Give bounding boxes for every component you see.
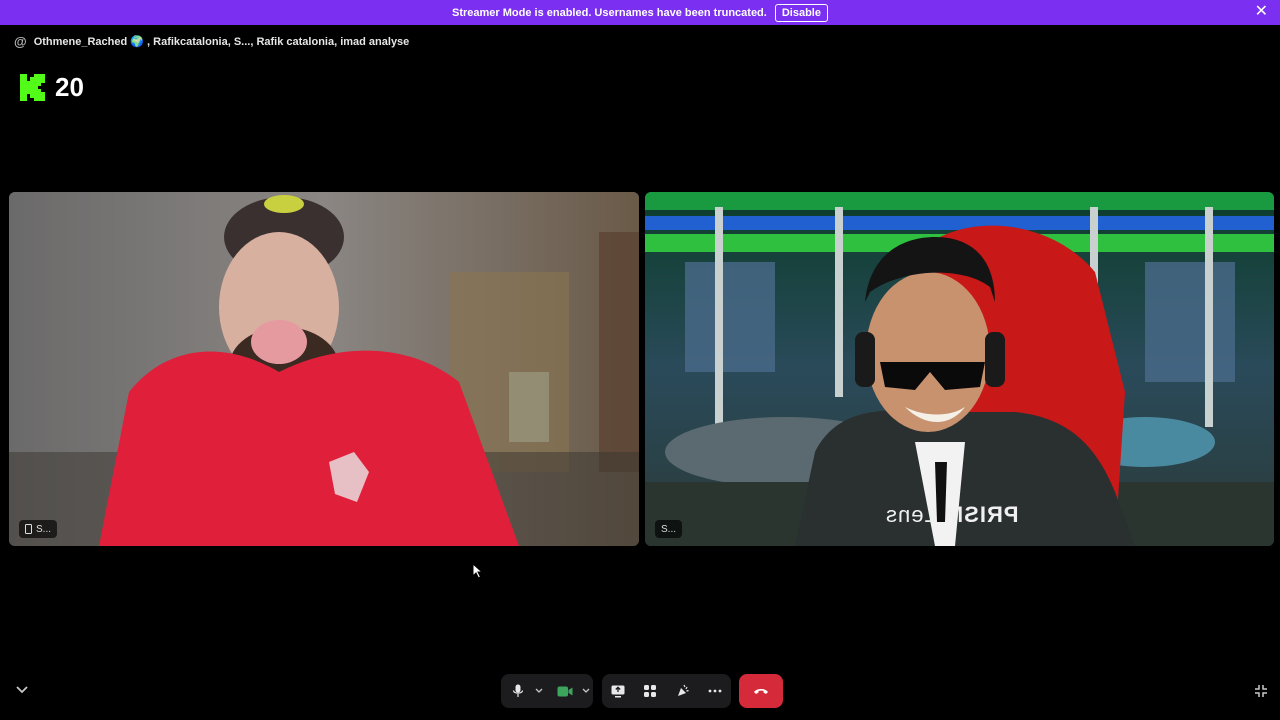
chevron-down-icon (535, 688, 543, 693)
streamer-mode-message: Streamer Mode is enabled. Usernames have… (452, 6, 767, 19)
soundboard-icon (677, 684, 689, 696)
prism-lens-watermark: PRISM Lens (885, 502, 1019, 527)
streamer-mode-banner: Streamer Mode is enabled. Usernames have… (0, 0, 1280, 25)
camera-options-button[interactable] (579, 676, 593, 706)
more-options-button[interactable] (700, 676, 730, 706)
disconnect-button[interactable] (739, 674, 783, 708)
exit-fullscreen-icon[interactable] (1254, 684, 1268, 698)
video-tile-participant-1[interactable]: S... (9, 192, 639, 546)
participant-name: S... (36, 523, 52, 535)
mobile-phone-icon (25, 524, 32, 534)
video-tile-participant-2[interactable]: PRISM Lens S... (645, 192, 1274, 546)
mic-options-button[interactable] (532, 676, 546, 706)
hang-up-icon (754, 689, 768, 694)
soundboard-button[interactable] (668, 676, 698, 706)
participant-video-feed (645, 192, 1274, 546)
chevron-down-icon (582, 688, 590, 693)
screen-share-button[interactable] (603, 676, 633, 706)
mouse-cursor-icon (472, 563, 484, 579)
kick-logo-icon (20, 74, 45, 101)
microphone-icon (512, 684, 523, 697)
chevron-down-icon[interactable] (14, 684, 30, 696)
camera-icon (557, 686, 573, 696)
viewer-count: 20 (55, 72, 84, 102)
activities-icon (644, 685, 657, 697)
disable-streamer-mode-button[interactable]: Disable (774, 3, 828, 22)
screen-share-icon (611, 685, 625, 697)
audio-video-controls (501, 674, 593, 708)
more-icon (708, 689, 722, 693)
participant-name: S... (661, 523, 677, 535)
participant-label: S... (655, 520, 683, 538)
call-actions (602, 674, 731, 708)
mute-button[interactable] (503, 676, 532, 706)
kick-viewer-widget: 20 (20, 72, 84, 103)
participant-video-feed (9, 192, 639, 546)
activities-button[interactable] (635, 676, 665, 706)
at-icon: @ (14, 33, 27, 49)
close-icon[interactable]: ✕ (1255, 4, 1268, 20)
participant-label: S... (19, 520, 58, 538)
participants-list[interactable]: Othmene_Rached 🌍 , Rafikcatalonia, S...,… (34, 35, 410, 48)
call-header: @ Othmene_Rached 🌍 , Rafikcatalonia, S..… (14, 33, 410, 49)
camera-button[interactable] (550, 676, 579, 706)
